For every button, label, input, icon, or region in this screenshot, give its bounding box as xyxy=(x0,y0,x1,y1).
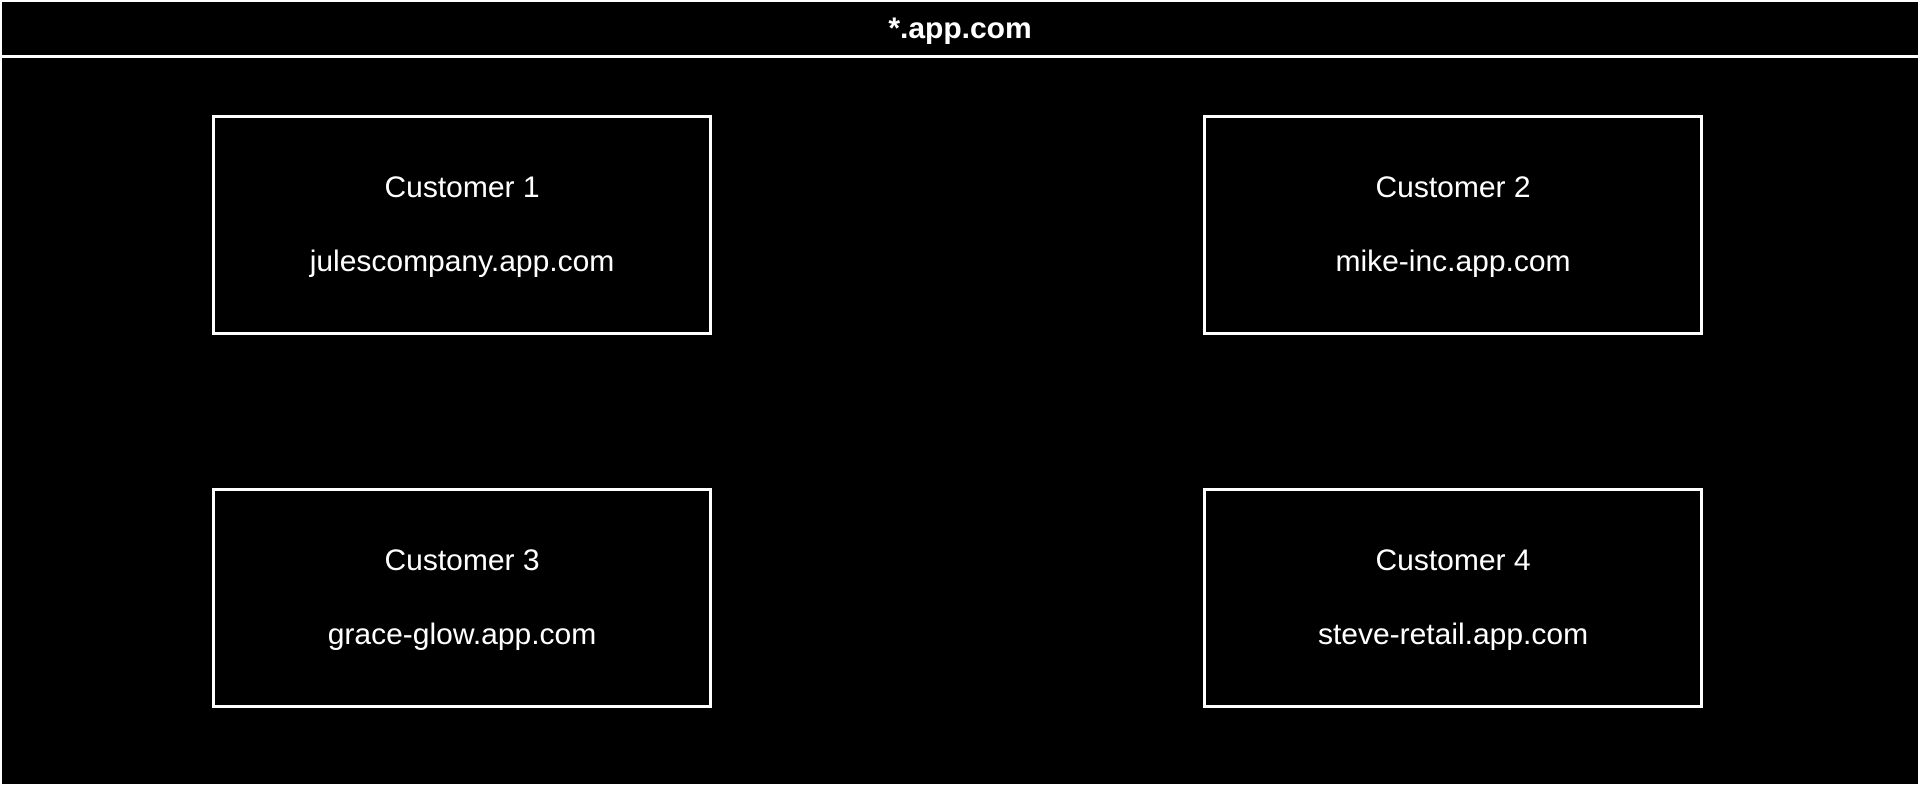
header-bar: *.app.com xyxy=(2,2,1918,58)
customer-domain: julescompany.app.com xyxy=(310,245,615,279)
grid-cell: Customer 1 julescompany.app.com xyxy=(2,115,960,335)
customer-card-2: Customer 2 mike-inc.app.com xyxy=(1203,115,1703,335)
diagram-container: *.app.com Customer 1 julescompany.app.co… xyxy=(0,0,1920,786)
customer-label: Customer 1 xyxy=(384,171,539,205)
customer-grid: Customer 1 julescompany.app.com Customer… xyxy=(2,88,1918,734)
customer-domain: steve-retail.app.com xyxy=(1318,618,1588,652)
grid-cell: Customer 2 mike-inc.app.com xyxy=(960,115,1918,335)
customer-label: Customer 2 xyxy=(1375,171,1530,205)
customer-card-3: Customer 3 grace-glow.app.com xyxy=(212,488,712,708)
customer-label: Customer 4 xyxy=(1375,544,1530,578)
grid-cell: Customer 3 grace-glow.app.com xyxy=(2,488,960,708)
header-title: *.app.com xyxy=(888,12,1031,46)
customer-domain: grace-glow.app.com xyxy=(328,618,596,652)
customer-label: Customer 3 xyxy=(384,544,539,578)
customer-card-4: Customer 4 steve-retail.app.com xyxy=(1203,488,1703,708)
grid-cell: Customer 4 steve-retail.app.com xyxy=(960,488,1918,708)
diagram-body: Customer 1 julescompany.app.com Customer… xyxy=(2,58,1918,784)
customer-card-1: Customer 1 julescompany.app.com xyxy=(212,115,712,335)
customer-domain: mike-inc.app.com xyxy=(1335,245,1570,279)
